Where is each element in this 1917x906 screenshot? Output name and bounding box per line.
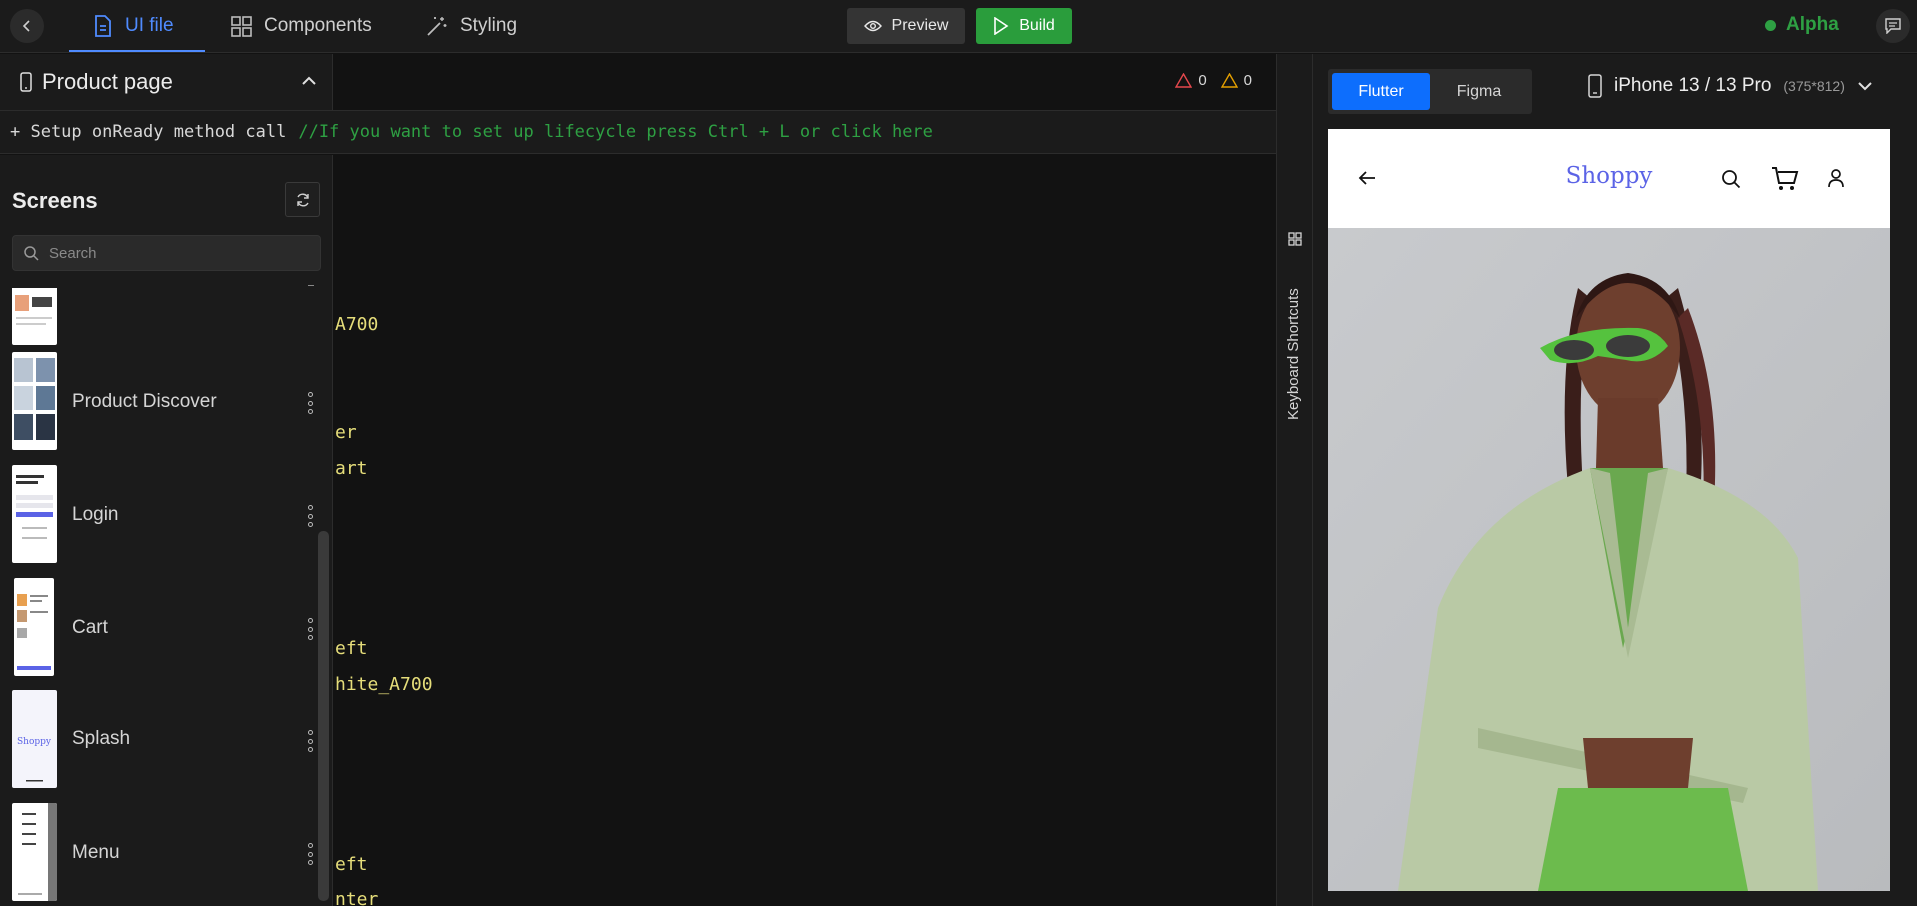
code-line: er [335,422,357,443]
app-header: Shoppy [1328,129,1890,228]
back-button[interactable] [10,9,44,43]
search-icon[interactable] [1721,169,1741,189]
play-icon [994,17,1009,35]
keyboard-shortcuts-label: Keyboard Shortcuts [1285,288,1302,420]
status-badge: Alpha [1765,14,1839,36]
preview-button[interactable]: Preview [847,8,965,44]
screen-label: Product Discover [72,391,217,412]
more-options-icon[interactable] [304,730,316,752]
list-item[interactable] [0,288,318,347]
grid-icon [231,15,252,37]
tab-label: Components [264,15,372,36]
phone-icon [20,72,32,92]
mobile-device-icon [1588,74,1602,98]
code-line: eft [335,638,368,659]
refresh-button[interactable] [285,182,320,217]
more-options-icon[interactable] [304,392,316,414]
code-editor[interactable]: A700 er art eft hite_A700 eft nter [333,155,1276,906]
keyboard-shortcuts-strip[interactable] [1276,54,1313,906]
tab-components[interactable]: Components [231,0,372,52]
svg-text:Shoppy: Shoppy [17,737,52,747]
screen-thumbnail [12,288,57,345]
chevron-down-icon [1858,82,1872,91]
code-line: eft [335,854,368,875]
screens-panel: Screens Product Discover Login [0,155,333,906]
keyboard-grid-icon [1288,232,1302,246]
screen-label: Menu [72,842,120,863]
warning-count[interactable]: 0 [1220,72,1252,89]
file-icon [95,15,111,37]
tab-label: UI file [125,15,174,36]
code-line: art [335,458,368,479]
keyboard-shortcuts-tab[interactable]: Keyboard Shortcuts [1283,250,1307,420]
build-label: Build [1019,17,1055,34]
list-item[interactable]: Cart [0,578,318,678]
screen-thumbnail [14,578,54,676]
device-select[interactable]: iPhone 13 / 13 Pro (375*812) [1588,74,1873,98]
screen-thumbnail: Shoppy [12,690,57,788]
setup-onready-bar[interactable]: + Setup onReady method call //If you wan… [0,110,1276,154]
screen-thumbnail [12,803,57,901]
list-item[interactable]: Menu [0,803,318,903]
more-options-icon[interactable] [304,843,316,865]
error-triangle-icon [1175,73,1193,88]
cart-icon[interactable] [1771,166,1799,192]
feedback-button[interactable] [1876,9,1910,43]
scroll-indicator [308,285,314,286]
screen-list-scrollbar[interactable] [318,531,329,901]
status-dot-icon [1765,19,1776,31]
eye-icon [863,20,882,32]
tab-ui-file[interactable]: UI file [69,0,205,52]
screen-list: Product Discover Login Cart Shoppy Splas… [0,288,318,906]
code-line: nter [335,889,379,906]
warning-triangle-icon [1220,73,1238,88]
code-header: 0 0 [333,54,1276,110]
screen-label: Splash [72,728,131,749]
figma-tab[interactable]: Figma [1430,73,1528,110]
error-count-value: 0 [1198,72,1207,89]
screen-thumbnail [12,465,57,563]
screens-title: Screens [12,188,98,213]
chevron-up-icon[interactable] [300,72,318,90]
flutter-tab[interactable]: Flutter [1332,73,1430,110]
screen-thumbnail [12,352,57,450]
more-options-icon[interactable] [304,618,316,640]
magic-wand-icon [427,17,447,36]
search-icon [24,246,39,261]
tab-styling[interactable]: Styling [426,0,517,52]
preview-label: Preview [891,17,949,34]
page-title: Product page [42,69,173,94]
screen-label: Cart [72,617,108,638]
list-item[interactable]: Login [0,465,318,565]
top-bar: UI file Components Styling Preview Build… [0,0,1917,53]
warning-count-value: 0 [1243,72,1252,89]
setup-onready-text[interactable]: + Setup onReady method call [10,122,286,142]
device-preview-screen[interactable]: Shoppy [1328,129,1890,891]
list-item[interactable]: Product Discover [0,352,318,452]
page-header[interactable]: Product page [0,54,333,110]
device-name: iPhone 13 / 13 Pro [1614,75,1772,96]
platform-toggle[interactable]: Flutter Figma [1328,69,1532,114]
tab-label: Styling [460,15,518,36]
refresh-icon [296,193,309,206]
status-label: Alpha [1786,14,1839,35]
setup-hint-comment[interactable]: //If you want to set up lifecycle press … [298,122,933,142]
app-brand: Shoppy [1565,163,1653,189]
error-count[interactable]: 0 [1175,72,1207,89]
code-line: hite_A700 [335,674,433,695]
user-icon[interactable] [1827,168,1845,188]
list-item[interactable]: Shoppy Splash [0,690,318,790]
more-options-icon[interactable] [304,505,316,527]
code-line: A700 [335,314,379,335]
screen-label: Login [72,504,119,525]
device-dimensions: (375*812) [1783,78,1845,94]
hero-image [1328,228,1890,891]
preview-panel: Flutter Figma iPhone 13 / 13 Pro (375*81… [1313,54,1917,906]
build-button[interactable]: Build [976,8,1072,44]
chevron-left-icon [22,20,30,32]
search-input[interactable] [49,244,309,262]
screen-search[interactable] [12,235,321,271]
issues-summary[interactable]: 0 0 [1175,72,1252,89]
chat-icon [1885,18,1901,34]
